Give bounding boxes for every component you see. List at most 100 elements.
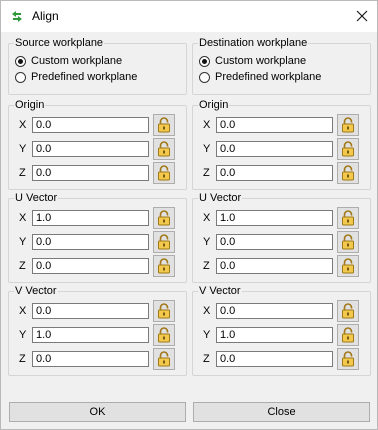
destination-v-vector-lock-button-2[interactable] [337,348,359,370]
destination-origin-field-2[interactable] [216,165,333,181]
lock-icon [342,327,354,343]
destination-u-vector-lock-button-2[interactable] [337,255,359,277]
destination-origin-lock-button-0[interactable] [337,114,359,136]
destination-u-vector-group: U Vector XYZ [192,192,371,283]
destination-predefined-workplane-option[interactable]: Predefined workplane [199,70,321,84]
source-origin-field-1[interactable] [32,141,149,157]
source-u-vector-lock-button-2[interactable] [153,255,175,277]
lock-icon [342,234,354,250]
axis-label-0: X [19,305,27,317]
destination-origin-label: Origin [198,99,230,112]
lock-icon [158,141,170,157]
source-predefined-workplane-option[interactable]: Predefined workplane [15,70,137,84]
source-u-vector-field-0[interactable] [32,210,149,226]
source-origin-lock-button-2[interactable] [153,162,175,184]
source-v-vector-field-1[interactable] [32,327,149,343]
axis-label-2: Z [203,167,210,179]
destination-v-vector-lock-button-0[interactable] [337,300,359,322]
destination-v-vector-group: V Vector XYZ [192,285,371,376]
source-origin-field-2[interactable] [32,165,149,181]
ok-button[interactable]: OK [9,402,186,422]
source-custom-workplane-option[interactable]: Custom workplane [15,54,122,68]
axis-label-1: Y [203,329,211,341]
destination-workplane-group: Destination workplane Custom workplane P… [192,37,371,95]
destination-custom-workplane-radio[interactable] [199,55,210,67]
lock-icon [158,303,170,319]
axis-label-2: Z [19,260,26,272]
axis-label-0: X [19,119,27,131]
source-predefined-workplane-radio[interactable] [15,71,26,83]
lock-icon [158,210,170,226]
destination-workplane-label: Destination workplane [198,37,309,50]
axis-label-1: Y [203,143,211,155]
close-icon[interactable] [351,6,373,26]
source-u-vector-lock-button-1[interactable] [153,231,175,253]
source-v-vector-field-2[interactable] [32,351,149,367]
destination-v-vector-label: V Vector [198,285,242,298]
destination-origin-lock-button-1[interactable] [337,138,359,160]
close-button[interactable]: Close [193,402,370,422]
axis-label-0: X [203,305,211,317]
source-v-vector-lock-button-2[interactable] [153,348,175,370]
lock-icon [158,327,170,343]
lock-icon [158,234,170,250]
source-workplane-label: Source workplane [14,37,105,50]
align-app-icon [12,11,22,22]
destination-origin-lock-button-2[interactable] [337,162,359,184]
destination-v-vector-field-1[interactable] [216,327,333,343]
axis-label-2: Z [203,353,210,365]
lock-icon [158,258,170,274]
destination-u-vector-field-2[interactable] [216,258,333,274]
source-v-vector-group: V Vector XYZ [8,285,187,376]
title-bar: Align [1,1,377,32]
axis-label-0: X [203,119,211,131]
destination-u-vector-label: U Vector [198,192,243,205]
source-origin-field-0[interactable] [32,117,149,133]
source-custom-workplane-label: Custom workplane [31,55,123,67]
lock-icon [158,165,170,181]
source-u-vector-field-2[interactable] [32,258,149,274]
destination-origin-group: Origin XYZ [192,99,371,190]
source-u-vector-group: U Vector XYZ [8,192,187,283]
lock-icon [158,117,170,133]
axis-label-2: Z [203,260,210,272]
source-origin-lock-button-0[interactable] [153,114,175,136]
source-u-vector-lock-button-0[interactable] [153,207,175,229]
destination-v-vector-field-2[interactable] [216,351,333,367]
lock-icon [342,141,354,157]
destination-custom-workplane-option[interactable]: Custom workplane [199,54,306,68]
source-v-vector-label: V Vector [14,285,58,298]
destination-v-vector-field-0[interactable] [216,303,333,319]
lock-icon [342,303,354,319]
destination-predefined-workplane-label: Predefined workplane [215,71,322,83]
destination-v-vector-lock-button-1[interactable] [337,324,359,346]
source-predefined-workplane-label: Predefined workplane [31,71,138,83]
destination-u-vector-lock-button-0[interactable] [337,207,359,229]
source-v-vector-field-0[interactable] [32,303,149,319]
destination-u-vector-field-0[interactable] [216,210,333,226]
destination-u-vector-field-1[interactable] [216,234,333,250]
source-v-vector-lock-button-0[interactable] [153,300,175,322]
source-u-vector-field-1[interactable] [32,234,149,250]
lock-icon [342,210,354,226]
source-u-vector-label: U Vector [14,192,59,205]
destination-origin-field-0[interactable] [216,117,333,133]
source-origin-lock-button-1[interactable] [153,138,175,160]
axis-label-1: Y [203,236,211,248]
source-custom-workplane-radio[interactable] [15,55,26,67]
destination-origin-field-1[interactable] [216,141,333,157]
source-origin-group: Origin XYZ [8,99,187,190]
axis-label-0: X [19,212,27,224]
lock-icon [342,258,354,274]
axis-label-1: Y [19,236,27,248]
axis-label-1: Y [19,143,27,155]
source-v-vector-lock-button-1[interactable] [153,324,175,346]
destination-predefined-workplane-radio[interactable] [199,71,210,83]
align-dialog: Align Source workplane Custom workplane … [0,0,378,430]
axis-label-2: Z [19,353,26,365]
lock-icon [342,117,354,133]
destination-custom-workplane-label: Custom workplane [215,55,307,67]
axis-label-1: Y [19,329,27,341]
source-origin-label: Origin [14,99,46,112]
destination-u-vector-lock-button-1[interactable] [337,231,359,253]
